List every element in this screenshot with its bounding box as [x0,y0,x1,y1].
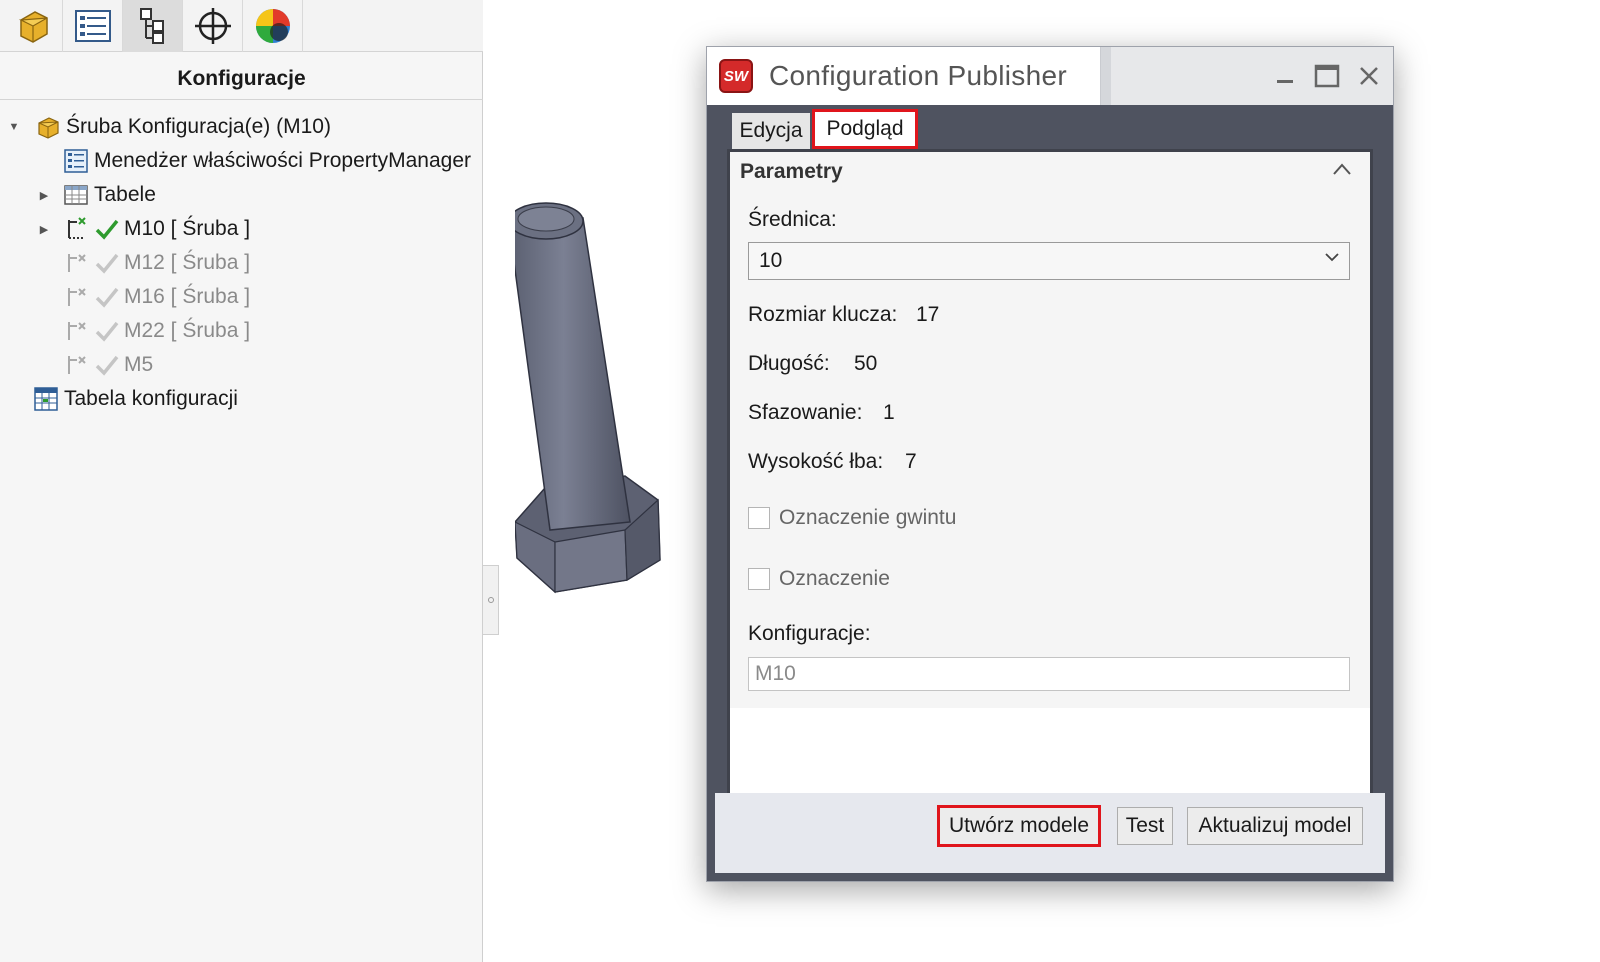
expand-down-icon[interactable]: ▼ [8,121,20,133]
config-m12-label: M12 [ Śruba ] [124,251,251,274]
dialog-title: Configuration Publisher [769,60,1067,91]
dialog-titlebar[interactable]: SW Configuration Publisher [707,47,1393,105]
thread-designation-checkbox[interactable] [748,507,770,529]
head-height-value: 7 [905,450,917,473]
configurations-value: M10 [755,662,796,685]
part-icon [34,114,62,140]
wrench-size-label: Rozmiar klucza: [748,303,898,326]
inactive-check-icon [94,251,120,275]
panel-title: Konfiguracje [0,62,483,100]
designation-option[interactable]: Oznaczenie [748,567,890,591]
configurations-label: Konfiguracje: [748,622,871,645]
tree-item-config-m16[interactable]: M16 [ Śruba ] [62,280,250,314]
tree-item-config-m12[interactable]: M12 [ Śruba ] [62,246,250,280]
inactive-check-icon [94,319,120,343]
inactive-check-icon [94,285,120,309]
tree-root-label: Śruba Konfiguracja(e) (M10) [66,115,331,138]
solidworks-logo-icon: SW [719,59,753,93]
head-height-label: Wysokość łba: [748,450,884,473]
designation-label: Oznaczenie [779,567,890,590]
configuration-publisher-dialog: SW Configuration Publisher Edycja Podglą… [706,46,1394,882]
handle-dot-icon [487,597,494,603]
table-icon [62,182,90,208]
dimxpert-tab[interactable] [183,0,243,52]
config-m16-label: M16 [ Śruba ] [124,285,251,308]
tree-item-tables[interactable]: ▶ Tabele [38,178,156,212]
display-manager-icon [255,9,290,43]
maximize-button[interactable] [1309,59,1345,93]
preview-panel: Parametry Średnica: 10 Rozmiar klucza: 1… [727,149,1373,797]
tree-item-config-m22[interactable]: M22 [ Śruba ] [62,314,250,348]
diameter-label: Średnica: [748,208,837,231]
test-button[interactable]: Test [1117,807,1173,845]
thread-designation-option[interactable]: Oznaczenie gwintu [748,506,956,530]
chevron-down-icon [1325,249,1339,267]
config-m22-label: M22 [ Śruba ] [124,319,251,342]
configuration-icon [62,318,90,344]
expand-right-icon[interactable]: ▶ [38,189,50,202]
configuration-manager-icon [139,8,164,44]
diameter-select[interactable]: 10 [748,242,1350,280]
maximize-icon [1314,64,1340,88]
tables-label: Tabele [94,183,156,206]
part-feature-icon [18,11,48,43]
chamfer-value: 1 [883,401,895,424]
parameters-group: Parametry Średnica: 10 Rozmiar klucza: 1… [730,152,1370,708]
configuration-icon [62,352,90,378]
property-manager-tab[interactable] [63,0,123,52]
config-table-label: Tabela konfiguracji [64,387,238,410]
feature-manager-panel: Konfiguracje ▼ Śruba Konfiguracja(e) (M1… [0,0,483,962]
display-manager-tab[interactable] [243,0,303,52]
tab-edycja[interactable]: Edycja [732,113,810,149]
update-model-button[interactable]: Aktualizuj model [1187,807,1363,845]
group-title: Parametry [740,160,843,183]
chamfer-label: Sfazowanie: [748,401,863,424]
tree-root[interactable]: ▼ Śruba Konfiguracja(e) (M10) [8,110,331,144]
wrench-size-value: 17 [916,303,940,326]
minimize-button[interactable] [1267,59,1303,93]
diameter-value: 10 [759,249,783,272]
panel-collapse-handle[interactable] [483,565,499,635]
dialog-title-area: SW Configuration Publisher [707,47,1101,105]
config-m5-label: M5 [124,353,154,376]
close-button[interactable] [1351,59,1387,93]
configuration-icon [62,216,90,242]
configuration-icon [62,250,90,276]
title-separator [1101,47,1111,105]
length-label: Długość: [748,352,830,375]
manager-toolbar [0,0,483,52]
collapse-chevron-icon[interactable] [1332,160,1352,181]
panel-empty-area [730,708,1370,794]
design-table-icon [32,386,60,412]
configuration-icon [62,284,90,310]
tree-item-config-m10[interactable]: ▶ M10 [ Śruba ] [38,212,250,246]
dialog-footer: Utwórz modele Test Aktualizuj model [715,793,1385,873]
property-manager-icon [62,148,90,174]
dimxpert-icon [194,8,231,44]
active-check-icon [94,217,120,241]
property-manager-icon [74,10,111,42]
minimize-icon [1277,80,1293,83]
inactive-check-icon [94,353,120,377]
configuration-manager-tab[interactable] [123,0,183,52]
part-feature-tab[interactable] [3,0,63,52]
tab-podglad[interactable]: Podgląd [812,109,918,149]
expand-right-icon[interactable]: ▶ [38,223,50,236]
config-m10-label: M10 [ Śruba ] [124,217,251,240]
close-icon [1360,67,1378,85]
bolt-3d-model[interactable] [515,200,675,600]
designation-checkbox[interactable] [748,568,770,590]
length-value: 50 [854,352,878,375]
tree-item-config-m5[interactable]: M5 [62,348,153,382]
tree-item-property-manager[interactable]: Menedżer właściwości PropertyManager [62,144,471,178]
create-models-button[interactable]: Utwórz modele [937,805,1101,847]
configurations-field[interactable]: M10 [748,657,1350,691]
property-manager-label: Menedżer właściwości PropertyManager [94,149,471,172]
tree-item-config-table[interactable]: Tabela konfiguracji [32,382,238,416]
thread-designation-label: Oznaczenie gwintu [779,506,957,529]
